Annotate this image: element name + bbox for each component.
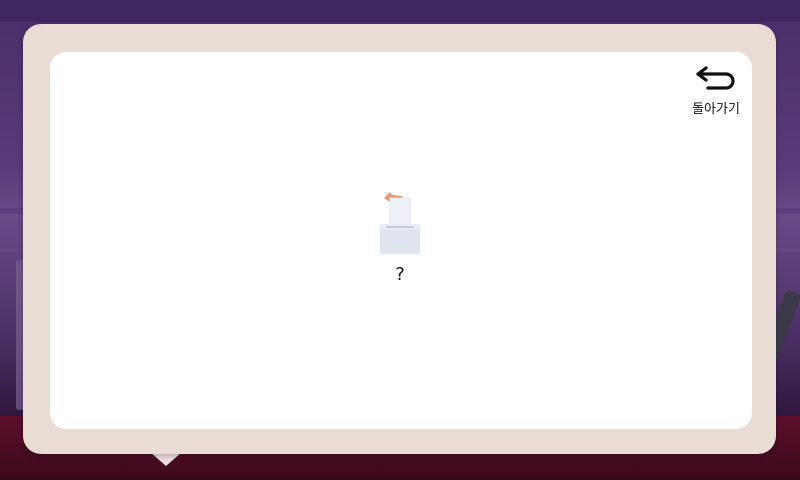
background-top-band xyxy=(0,0,800,22)
return-arrow-icon xyxy=(696,66,735,90)
back-button[interactable]: 돌아가기 xyxy=(684,64,748,124)
background-marker xyxy=(150,452,182,466)
modal-frame: 돌아가기 ? xyxy=(23,24,776,454)
ballot-box-icon xyxy=(380,192,420,254)
back-button-label: 돌아가기 xyxy=(692,102,740,117)
status-message: ? xyxy=(395,264,405,285)
modal-panel: 돌아가기 ? xyxy=(50,52,752,429)
